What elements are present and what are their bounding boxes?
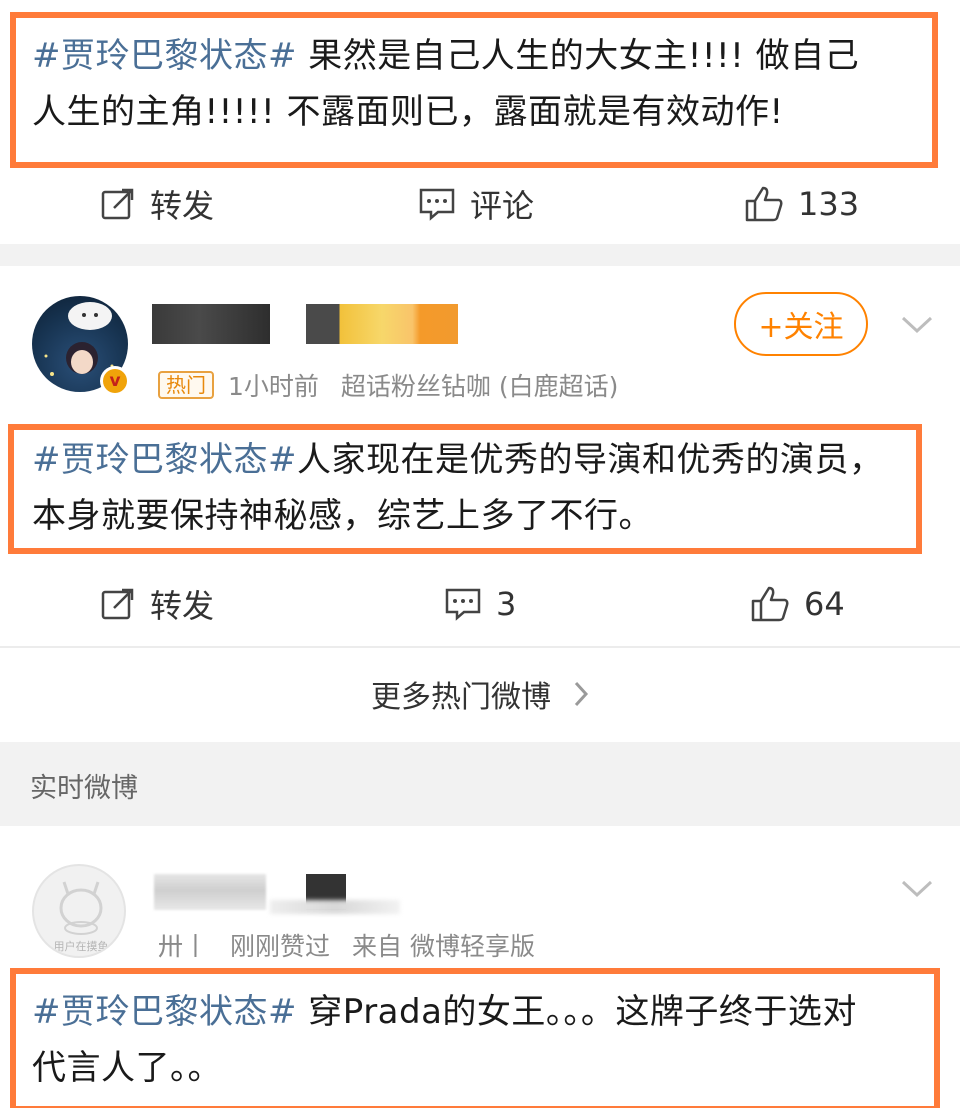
comment-icon <box>445 588 481 621</box>
comment-button[interactable]: 3 <box>444 582 516 626</box>
section-separator <box>0 244 960 266</box>
realtime-section-header: 实时微博 <box>0 742 960 826</box>
repost-label: 转发 <box>150 587 215 625</box>
repost-button[interactable]: 转发 <box>100 582 214 626</box>
liked-status: 刚刚赞过 <box>230 932 331 961</box>
post-2-meta: 热门 1小时前 超话粉丝钻咖 (白鹿超话) <box>158 368 618 402</box>
post-3-text: #贾玲巴黎状态# 穿Prada的女王。。。这牌子终于选对 代言人了。。 <box>32 992 857 1088</box>
chevron-down-icon[interactable] <box>900 878 934 900</box>
post-source[interactable]: 超话粉丝钻咖 (白鹿超话) <box>341 367 618 403</box>
more-hot-label: 更多热门微博 <box>371 680 551 715</box>
username-redacted <box>154 874 266 910</box>
chevron-down-icon[interactable] <box>900 314 934 336</box>
hot-badge: 热门 <box>158 371 214 399</box>
post-1-text: #贾玲巴黎状态# 果然是自己人生的大女主!!!! 做自己 人生的主角!!!!! … <box>32 36 860 132</box>
chevron-right-icon <box>574 681 589 707</box>
comment-icon <box>419 188 455 221</box>
like-count: 64 <box>804 585 845 623</box>
topic-link[interactable]: #贾玲巴黎状态# <box>32 440 297 480</box>
like-button[interactable]: 133 <box>744 182 859 226</box>
repost-button[interactable]: 转发 <box>100 182 214 226</box>
comment-button[interactable]: 评论 <box>418 182 534 226</box>
like-button[interactable]: 64 <box>750 582 845 626</box>
avatar-caption: 用户在摸鱼 <box>53 940 109 953</box>
repost-icon <box>101 188 134 220</box>
divider <box>0 646 960 648</box>
thumbs-up-icon <box>745 186 783 222</box>
follow-label: +关注 <box>758 310 844 345</box>
meta-prefix: 卅丨 <box>158 932 209 961</box>
more-hot-link[interactable]: 更多热门微博 <box>0 666 960 722</box>
username-redacted-3 <box>270 900 400 914</box>
topic-link[interactable]: #贾玲巴黎状态# <box>32 36 297 76</box>
post-3-meta: 卅丨 刚刚赞过 来自 微博轻享版 <box>158 928 535 962</box>
verified-badge-icon: v <box>100 366 130 396</box>
post-2-text: #贾玲巴黎状态#人家现在是优秀的导演和优秀的演员， 本身就要保持神秘感，综艺上多… <box>32 440 884 536</box>
avatar[interactable]: 用户在摸鱼 <box>32 864 126 958</box>
comment-count: 3 <box>496 585 517 623</box>
repost-icon <box>101 588 134 620</box>
repost-label: 转发 <box>150 187 215 225</box>
comment-label: 评论 <box>470 187 535 225</box>
username-redacted-2 <box>306 304 458 344</box>
topic-link[interactable]: #贾玲巴黎状态# <box>32 992 297 1032</box>
post-source[interactable]: 来自 微博轻享版 <box>352 927 535 963</box>
like-count: 133 <box>798 185 860 223</box>
follow-button[interactable]: +关注 <box>734 292 868 356</box>
realtime-header-label: 实时微博 <box>30 773 138 804</box>
post-time: 1小时前 <box>228 372 319 401</box>
username-redacted <box>152 304 270 344</box>
thumbs-up-icon <box>751 586 789 622</box>
